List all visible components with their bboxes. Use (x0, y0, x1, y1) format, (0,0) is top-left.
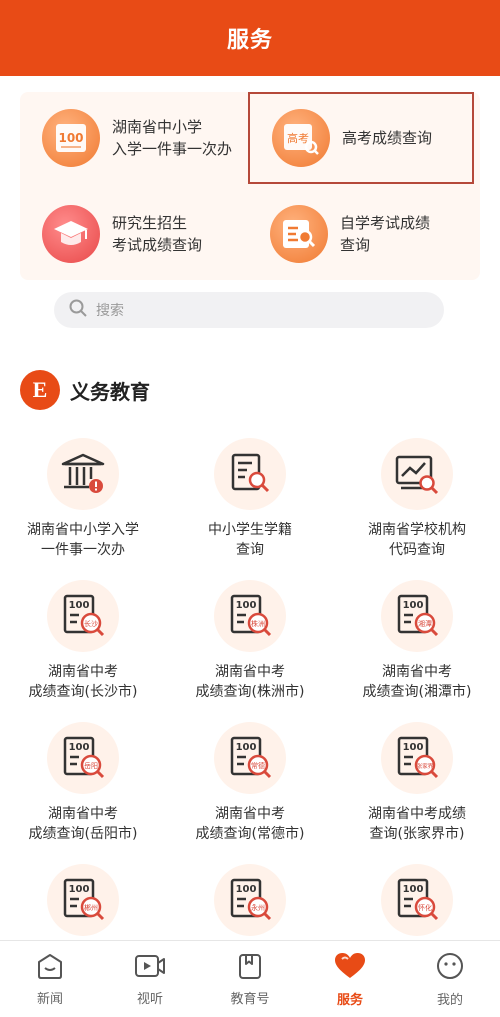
tab-service[interactable]: 服务 (300, 941, 400, 1017)
quick-service-gaokao[interactable]: 高考 高考成绩查询 (248, 92, 474, 184)
chart-search-icon (381, 438, 453, 510)
quick-service-label: 自学考试成绩 查询 (340, 214, 431, 254)
city-tag: 岳阳 (84, 761, 98, 770)
tab-education[interactable]: 教育号 (200, 941, 300, 1017)
score-100-text: 100 (236, 742, 257, 753)
tab-label: 新闻 (36, 991, 63, 1007)
grid-item-student-status[interactable]: 中小学生学籍 查询 (167, 438, 333, 560)
section-header: E 义务教育 (20, 370, 150, 410)
score-100-icon: 100 (42, 109, 100, 167)
city-tag: 郴州 (84, 903, 98, 912)
grid-item-label: 中小学生学籍 查询 (208, 522, 292, 558)
section-title: 义务教育 (70, 379, 150, 404)
score-100-text: 100 (236, 600, 257, 611)
grid-item-zhongkao-yueyang[interactable]: 100 岳阳 湖南省中考 成绩查询(岳阳市) (0, 722, 166, 844)
score-report-icon: 100 株洲 (214, 580, 286, 652)
quick-service-label: 高考成绩查询 (342, 129, 433, 147)
grid-item-label: 湖南省中小学入学 一件事一次办 (27, 522, 139, 558)
grid-item-label: 湖南省中考 成绩查询(岳阳市) (28, 806, 138, 842)
grid-item-zhongkao-changsha[interactable]: 100 长沙 湖南省中考 成绩查询(长沙市) (0, 580, 166, 702)
city-tag: 张家界 (417, 762, 434, 770)
city-tag: 株洲 (251, 619, 265, 628)
score-report-icon: 100 岳阳 (47, 722, 119, 794)
header-bar: 服务 (0, 0, 500, 76)
education-book-icon (235, 952, 265, 984)
tab-label: 教育号 (230, 991, 270, 1007)
city-tag: 永州 (251, 903, 265, 912)
search-bar[interactable]: 搜索 (54, 292, 444, 328)
score-100-text: 100 (403, 742, 424, 753)
quick-service-self-exam[interactable]: 自学考试成绩 查询 (248, 188, 474, 280)
score-100-text: 100 (403, 600, 424, 611)
score-report-icon: 100 怀化 (381, 864, 453, 936)
score-100-text: 100 (236, 884, 257, 895)
grid-item-label: 湖南省中考 成绩查询(长沙市) (28, 664, 138, 700)
quick-services-panel: 100 湖南省中小学 入学一件事一次办 高考 高考成绩查询 研究生招生 考试成绩… (20, 92, 480, 280)
score-report-icon: 100 湘潭 (381, 580, 453, 652)
score-report-icon: 100 郴州 (47, 864, 119, 936)
city-tag: 湘潭 (418, 619, 432, 628)
tab-label: 服务 (336, 992, 363, 1008)
quick-service-postgraduate[interactable]: 研究生招生 考试成绩查询 (20, 188, 246, 280)
grid-item-label: 湖南省中考 成绩查询(株洲市) (195, 664, 305, 700)
grid-item-zhongkao-huaihua[interactable]: 100 怀化 (334, 864, 500, 936)
tab-news[interactable]: 新闻 (0, 941, 100, 1017)
tab-label: 视听 (136, 991, 163, 1007)
grid-item-zhongkao-chenzhou[interactable]: 100 郴州 (0, 864, 166, 936)
graduation-cap-icon (42, 205, 100, 263)
grid-item-zhongkao-zhangjiajie[interactable]: 100 张家界 湖南省中考成绩 查询(张家界市) (334, 722, 500, 844)
gaokao-icon-text: 高考 (287, 131, 309, 145)
gaokao-search-icon: 高考 (272, 109, 330, 167)
search-placeholder: 搜索 (96, 303, 124, 319)
city-tag: 怀化 (418, 903, 432, 912)
city-tag: 长沙 (84, 619, 98, 628)
score-report-icon: 100 张家界 (381, 722, 453, 794)
score-100-text: 100 (69, 600, 90, 611)
grid-item-label: 湖南省中考 成绩查询(常德市) (195, 806, 305, 842)
grid-item-zhongkao-changde[interactable]: 100 常德 湖南省中考 成绩查询(常德市) (167, 722, 333, 844)
score-100-text: 100 (69, 884, 90, 895)
heart-icon (333, 951, 367, 985)
school-building-icon (47, 438, 119, 510)
tab-profile[interactable]: 我的 (400, 941, 500, 1017)
profile-face-icon (435, 951, 465, 985)
document-search-icon (270, 205, 328, 263)
score-report-icon: 100 常德 (214, 722, 286, 794)
city-tag: 常德 (251, 761, 265, 770)
score-100-text: 100 (403, 884, 424, 895)
score-100-text: 100 (69, 742, 90, 753)
tab-label: 我的 (436, 992, 463, 1008)
grid-item-zhongkao-yongzhou[interactable]: 100 永州 (167, 864, 333, 936)
video-icon (133, 952, 167, 984)
score-report-icon: 100 长沙 (47, 580, 119, 652)
grid-item-label: 湖南省学校机构 代码查询 (368, 522, 466, 558)
news-icon (35, 952, 65, 984)
bottom-tab-bar: 新闻 视听 教育号 服务 我的 (0, 940, 500, 1017)
search-icon (68, 298, 88, 322)
quick-service-label: 研究生招生 考试成绩查询 (112, 214, 203, 254)
quick-service-enrollment[interactable]: 100 湖南省中小学 入学一件事一次办 (20, 92, 246, 184)
page-title: 服务 (226, 28, 273, 53)
grid-item-zhongkao-xiangtan[interactable]: 100 湘潭 湖南省中考 成绩查询(湘潭市) (334, 580, 500, 702)
tab-video[interactable]: 视听 (100, 941, 200, 1017)
grid-item-label: 湖南省中考成绩 查询(张家界市) (368, 806, 466, 842)
section-badge-icon: E (20, 370, 60, 410)
grid-item-enrollment[interactable]: 湖南省中小学入学 一件事一次办 (0, 438, 166, 560)
grid-item-school-code[interactable]: 湖南省学校机构 代码查询 (334, 438, 500, 560)
grid-item-zhongkao-zhuzhou[interactable]: 100 株洲 湖南省中考 成绩查询(株洲市) (167, 580, 333, 702)
grid-item-label: 湖南省中考 成绩查询(湘潭市) (362, 664, 472, 700)
score-100-text: 100 (58, 131, 83, 145)
document-search-icon (214, 438, 286, 510)
quick-service-label: 湖南省中小学 入学一件事一次办 (112, 118, 233, 158)
score-report-icon: 100 永州 (214, 864, 286, 936)
